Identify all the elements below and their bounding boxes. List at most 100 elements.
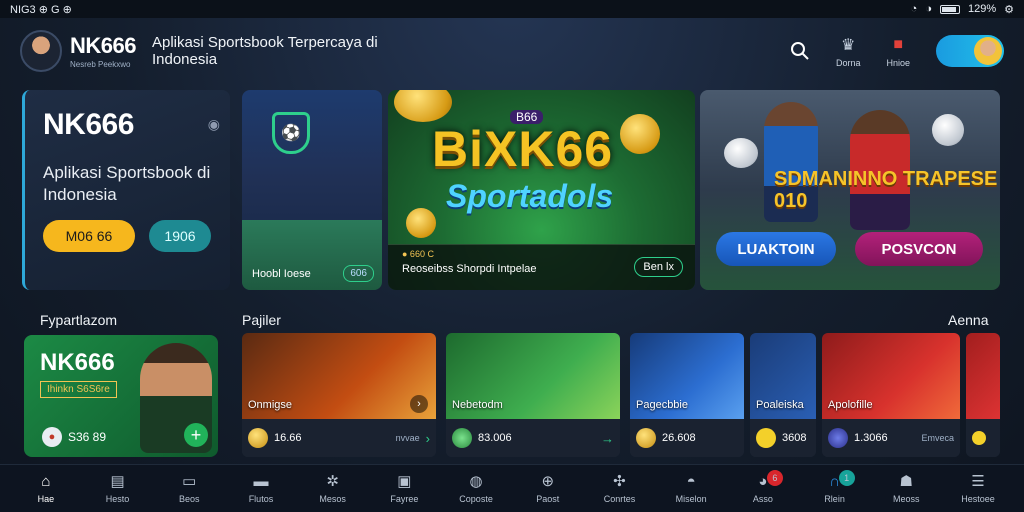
- coin-icon: [394, 90, 452, 122]
- nav-hestoee[interactable]: ☰ Hestoee: [948, 473, 1008, 504]
- game-card[interactable]: Poaleiska 3608: [750, 333, 816, 457]
- banner-go-button[interactable]: Ben lx: [634, 257, 683, 277]
- nav-meoss[interactable]: ☗ Meoss: [876, 473, 936, 504]
- status-bar: NIG3 ⊕ G ⊕ ◔ ◑ 129% ⚙: [0, 0, 1024, 18]
- game-more: Emveca: [921, 433, 954, 443]
- more-icon[interactable]: ◉: [208, 116, 220, 133]
- banner-football[interactable]: SDMANINNO TRAPESE 010 LUAKTOIN POSVCON: [700, 90, 1000, 290]
- notification-badge: 1: [838, 470, 855, 486]
- hero-primary-button[interactable]: M06 66: [43, 220, 135, 252]
- nav-label: Miselon: [675, 494, 707, 504]
- game-card[interactable]: Nebetodm 83.006 →: [446, 333, 620, 457]
- game-name: Onmigse: [248, 399, 293, 411]
- trophy-icon: ♛: [841, 36, 856, 54]
- game-footer: 16.66 nvvae ›: [242, 419, 436, 457]
- hero-secondary-button[interactable]: 1906: [149, 220, 211, 252]
- section-left-label: Fypartlazom: [40, 312, 118, 328]
- nav-label: Meoss: [893, 494, 920, 504]
- banner-pink-button[interactable]: POSVCON: [855, 232, 983, 266]
- banner-info-bar: ● 660 C Reoseibss Shorpdi Intpelae Ben l…: [388, 244, 695, 290]
- hero-title: NK666: [43, 108, 134, 141]
- nav-rlein[interactable]: ∩ 1 Rlein: [805, 470, 865, 504]
- game-card[interactable]: [966, 333, 1000, 457]
- add-button[interactable]: +: [184, 423, 208, 447]
- nav-asso[interactable]: ◕ 6 Asso: [733, 470, 793, 504]
- home-icon: ⌂: [41, 473, 51, 490]
- nav-beos[interactable]: ▭ Beos: [159, 473, 219, 504]
- brand: NK666 Nesreb Peekxwo: [70, 33, 136, 69]
- promo-amount: ● S36 89: [42, 427, 106, 447]
- battery-icon: [939, 4, 960, 14]
- coin-icon: [828, 428, 848, 448]
- nav-home[interactable]: ⌂ Hae: [16, 473, 76, 504]
- nav-miselon[interactable]: ◓ Miselon: [661, 473, 721, 504]
- nav-label: Rlein: [824, 494, 845, 504]
- battery-text: 129%: [967, 3, 997, 15]
- game-footer: 1.3066 Emveca: [822, 419, 960, 457]
- notification-badge: 6: [766, 470, 783, 486]
- avatar[interactable]: [20, 30, 62, 72]
- hero-card: NK666 Aplikasi Sportsbook di Indonesia ◉…: [22, 90, 230, 290]
- game-footer: 3608: [750, 419, 816, 457]
- calendar-icon: ▤: [110, 473, 125, 490]
- nav-label: Beos: [178, 494, 200, 504]
- game-image: [966, 333, 1000, 419]
- game-card[interactable]: Apolofille 1.3066 Emveca: [822, 333, 960, 457]
- game-name: Pagecbbie: [636, 399, 688, 411]
- profile-pill[interactable]: [936, 35, 1004, 67]
- ball-icon: [932, 114, 964, 146]
- banner-blue-button[interactable]: LUAKTOIN: [716, 232, 836, 266]
- search-button[interactable]: [790, 41, 810, 61]
- header: NK666 Nesreb Peekxwo Aplikasi Sportsbook…: [0, 18, 1024, 84]
- promo-code: Ihinkn S6S6re: [40, 381, 117, 398]
- promo-name: NK666: [40, 349, 115, 376]
- coin-icon: [248, 428, 268, 448]
- gift-button[interactable]: ■ Hnioe: [886, 35, 910, 68]
- game-more: nvvae: [395, 433, 420, 443]
- nav-label: Hesto: [105, 494, 130, 504]
- section-middle-label: Pajiler: [242, 312, 281, 328]
- nav-label: Flutos: [248, 494, 274, 504]
- coin-icon: [620, 114, 660, 154]
- nav-mesos[interactable]: ✲ Mesos: [303, 473, 363, 504]
- gift-icon: ▣: [397, 473, 412, 490]
- game-card[interactable]: Onmigse › 16.66 nvvae ›: [242, 333, 436, 457]
- nav-fayree[interactable]: ▣ Fayree: [374, 473, 434, 504]
- banner-bar-text: Reoseibss Shorpdi Intpelae: [402, 263, 537, 275]
- game-footer: [966, 419, 1000, 457]
- nav-label: Conrtes: [603, 494, 636, 504]
- grid-icon: ✣: [613, 473, 626, 490]
- trophy-button[interactable]: ♛ Dorna: [836, 35, 861, 68]
- game-name: Nebetodm: [452, 399, 503, 411]
- header-actions: ♛ Dorna ■ Hnioe: [790, 35, 1004, 68]
- bottom-navbar: ⌂ Hae ▤ Hesto ▭ Beos ▬ Flutos ✲ Mesos ▣ Fayree…: [0, 464, 1024, 512]
- nav-conrtes[interactable]: ✣ Conrtes: [589, 473, 649, 504]
- nav-coposte[interactable]: ◍ Coposte: [446, 473, 506, 504]
- settings-icon: ⚙: [1004, 3, 1014, 16]
- arrow-right-icon[interactable]: ›: [426, 431, 430, 446]
- signal-icon: ◑: [925, 3, 932, 15]
- nav-hesto[interactable]: ▤ Hesto: [88, 473, 148, 504]
- search-icon: [790, 41, 810, 61]
- status-right: ◔ ◑ 129% ⚙: [911, 3, 1014, 16]
- nav-label: Asso: [752, 494, 773, 504]
- game-footer: 83.006 →: [446, 419, 620, 457]
- coin-icon: [972, 431, 986, 445]
- nav-flutos[interactable]: ▬ Flutos: [231, 473, 291, 504]
- game-card[interactable]: Pagecbbie 26.608: [630, 333, 744, 457]
- banner-stadium[interactable]: ⚽ Hoobl Ioese 606: [242, 90, 382, 290]
- promo-card[interactable]: NK666 Ihinkn S6S6re ● S36 89 +: [24, 335, 218, 457]
- game-name: Poaleiska: [756, 399, 804, 411]
- wallet-icon: ◕: [758, 473, 768, 490]
- banner-stadium-label: Hoobl Ioese: [252, 268, 311, 280]
- app-screen: NIG3 ⊕ G ⊕ ◔ ◑ 129% ⚙ NK666 Nesreb Peekx…: [0, 0, 1024, 512]
- chevron-right-icon[interactable]: ›: [410, 395, 428, 413]
- nav-label: Fayree: [390, 494, 419, 504]
- hero-buttons: M06 66 1906: [43, 220, 211, 252]
- nav-paost[interactable]: ⊕ Paost: [518, 473, 578, 504]
- banner-stadium-tag[interactable]: 606: [343, 265, 374, 282]
- arrow-right-icon[interactable]: →: [601, 431, 614, 446]
- nav-label: Hae: [37, 494, 55, 504]
- section-right-label[interactable]: Aenna: [948, 312, 988, 328]
- banner-sportsbook[interactable]: B66 BiXK66 Sportadols ● 660 C Reoseibss …: [388, 90, 695, 290]
